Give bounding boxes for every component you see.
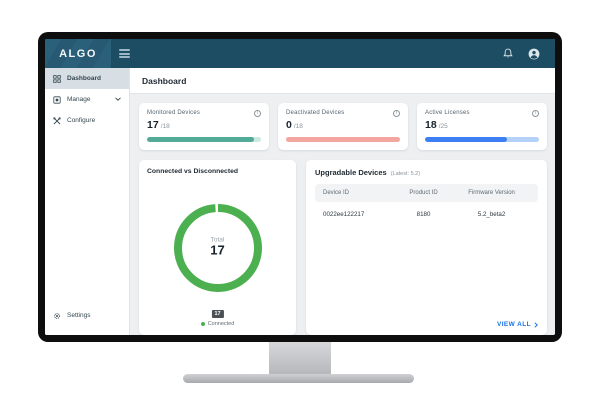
stat-value: 17 <box>147 119 159 131</box>
sidebar-item-label: Dashboard <box>67 75 101 82</box>
stat-progress-fill <box>147 137 254 142</box>
view-all-label: VIEW ALL <box>497 321 531 328</box>
cell-device-id: 0022ee122217 <box>323 211 394 218</box>
stat-total: /18 <box>161 123 170 130</box>
donut-chart[interactable]: Total 17 17 <box>147 175 288 321</box>
stat-label: Deactivated Devices <box>286 110 345 116</box>
logo-box: ALGO <box>45 39 111 68</box>
column-header-firmware-version: Firmware Version <box>453 190 530 196</box>
main-area: Dashboard Manage <box>45 68 555 335</box>
tools-icon <box>53 117 61 125</box>
account-button[interactable] <box>528 48 540 60</box>
donut-total-value: 17 <box>147 243 288 257</box>
sidebar-item-settings[interactable]: Settings <box>45 305 129 326</box>
table-title-row: Upgradable Devices (Latest: 5.2) <box>315 168 538 177</box>
cell-product-id: 8180 <box>394 211 453 218</box>
top-bar: ALGO <box>45 39 555 68</box>
page: ALGO <box>0 0 600 420</box>
cell-firmware-version: 5.2_beta2 <box>453 211 530 218</box>
gear-icon <box>53 312 61 320</box>
info-icon[interactable]: i <box>254 110 261 117</box>
sidebar-item-label: Manage <box>67 96 91 103</box>
stat-value: 0 <box>286 119 292 131</box>
view-all-link[interactable]: VIEW ALL <box>497 321 538 328</box>
table-title: Upgradable Devices <box>315 168 387 177</box>
hamburger-menu-icon[interactable] <box>119 49 130 58</box>
stat-progress-fill <box>425 137 507 142</box>
stat-progress-track <box>147 137 261 142</box>
table-row[interactable]: 0022ee122217 8180 5.2_beta2 <box>315 202 538 227</box>
stat-card: Active Licenses i 18 /25 <box>417 103 547 150</box>
table-subtitle: (Latest: 5.2) <box>391 171 420 177</box>
page-title: Dashboard <box>142 76 186 86</box>
grid-icon <box>53 75 61 83</box>
sidebar-item-configure[interactable]: Configure <box>45 110 129 131</box>
stat-progress-track <box>425 137 539 142</box>
column-header-product-id: Product ID <box>394 190 453 196</box>
table-header: Device ID Product ID Firmware Version <box>315 184 538 202</box>
donut-center: Total 17 <box>147 236 288 257</box>
donut-legend: Connected <box>147 321 288 329</box>
monitor-stand-neck <box>269 342 331 375</box>
stat-total: /25 <box>439 123 448 130</box>
content-area: Monitored Devices i 17 /18 <box>130 94 555 335</box>
legend-label: Connected <box>208 321 235 327</box>
sidebar: Dashboard Manage <box>45 68 130 335</box>
stat-progress-track <box>286 137 400 142</box>
sidebar-item-dashboard[interactable]: Dashboard <box>45 68 129 89</box>
stats-row: Monitored Devices i 17 /18 <box>139 103 547 150</box>
notifications-button[interactable] <box>503 48 513 59</box>
account-icon <box>528 48 540 60</box>
right-column: Dashboard Monitored Devices i <box>130 68 555 335</box>
donut-card: Connected vs Disconnected Total 17 <box>139 160 296 335</box>
algo-logo: ALGO <box>59 48 97 60</box>
bell-icon <box>503 48 513 59</box>
info-icon[interactable]: i <box>393 110 400 117</box>
bottom-row: Connected vs Disconnected Total 17 <box>139 160 547 335</box>
monitor-stand-base <box>183 374 414 383</box>
page-header: Dashboard <box>130 68 555 94</box>
stat-card: Monitored Devices i 17 /18 <box>139 103 269 150</box>
screen: ALGO <box>45 39 555 335</box>
chevron-right-icon <box>534 322 538 328</box>
donut-card-title: Connected vs Disconnected <box>147 168 288 175</box>
stat-total: /18 <box>294 123 303 130</box>
sidebar-item-manage[interactable]: Manage <box>45 89 129 110</box>
upgradable-devices-card: Upgradable Devices (Latest: 5.2) Device … <box>306 160 547 335</box>
chevron-down-icon <box>115 96 121 103</box>
donut-tooltip-badge: 17 <box>210 309 224 319</box>
sidebar-item-label: Settings <box>67 312 91 319</box>
monitor-bezel: ALGO <box>38 32 562 342</box>
stat-card: Deactivated Devices i 0 /18 <box>278 103 408 150</box>
column-header-device-id: Device ID <box>323 190 394 196</box>
stat-value: 18 <box>425 119 437 131</box>
stat-label: Monitored Devices <box>147 110 200 116</box>
sidebar-item-label: Configure <box>67 117 95 124</box>
stat-label: Active Licenses <box>425 110 470 116</box>
info-icon[interactable]: i <box>532 110 539 117</box>
legend-dot <box>201 322 205 326</box>
device-icon <box>53 96 61 104</box>
